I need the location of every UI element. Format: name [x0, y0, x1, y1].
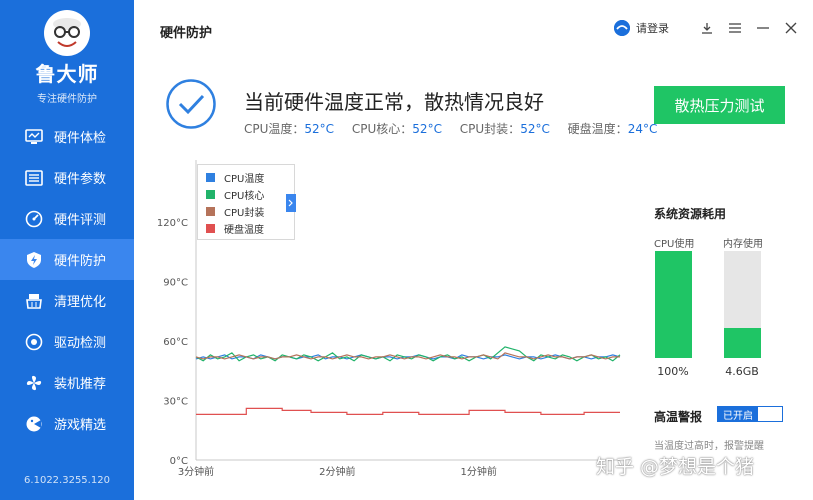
game-icon: [24, 414, 44, 434]
legend-item[interactable]: CPU核心: [206, 186, 294, 203]
legend-label: CPU温度: [224, 174, 265, 185]
x-tick-label: 3分钟前: [178, 465, 214, 478]
high-temp-alarm-description: 当温度过高时，报警提醒: [654, 441, 764, 452]
reading-label: 硬盘温度：: [567, 122, 628, 136]
cpu-usage-label: CPU使用: [654, 239, 695, 250]
window-actions: 请登录: [614, 20, 799, 36]
temperature-readings: CPU温度：52°C CPU核心：52°C CPU封装：52°C 硬盘温度：24…: [244, 120, 671, 137]
y-tick-label: 60°C: [163, 337, 188, 348]
sidebar-item-label: 硬件防护: [54, 254, 107, 269]
minimize-icon[interactable]: [755, 20, 771, 36]
sidebar-item-hardware-benchmark[interactable]: 硬件评测: [0, 198, 134, 239]
sidebar-nav: 硬件体检 硬件参数 硬件评测 硬件防护 清理优化 驱动检测 装机推荐 游戏精选: [0, 116, 134, 444]
stress-test-button[interactable]: 散热压力测试: [654, 86, 785, 124]
sidebar-item-build-recommend[interactable]: 装机推荐: [0, 362, 134, 403]
high-temp-alarm-toggle[interactable]: 已开启: [717, 406, 783, 422]
legend-swatch: [206, 224, 215, 233]
memory-usage-bar: [724, 251, 761, 358]
series-line-4: [196, 407, 620, 415]
chevron-right-icon: [288, 199, 293, 207]
legend-swatch: [206, 173, 215, 182]
status-ok-icon: [165, 78, 217, 130]
page-title: 硬件防护: [160, 26, 213, 41]
legend-label: 硬盘温度: [224, 225, 264, 236]
legend-swatch: [206, 207, 215, 216]
y-tick-label: 30°C: [163, 397, 188, 408]
user-icon: [614, 20, 630, 36]
sidebar-item-label: 装机推荐: [54, 377, 107, 392]
reading-value: 24°C: [627, 122, 658, 136]
mascot-icon: [44, 10, 90, 56]
login-label: 请登录: [636, 22, 669, 35]
memory-usage-label: 内存使用: [723, 239, 763, 250]
menu-icon[interactable]: [727, 20, 743, 36]
resources-title: 系统资源耗用: [654, 207, 727, 221]
chart-legend: CPU温度 CPU核心 CPU封装 硬盘温度: [197, 164, 295, 240]
sidebar-item-label: 游戏精选: [54, 418, 107, 433]
memory-usage-value: 4.6GB: [725, 365, 759, 378]
broom-icon: [24, 291, 44, 311]
monitor-icon: [24, 127, 44, 147]
cpu-usage-bar: [655, 251, 692, 358]
legend-item[interactable]: 硬盘温度: [206, 220, 294, 237]
y-tick-label: 90°C: [163, 278, 188, 289]
sidebar-item-label: 硬件参数: [54, 172, 107, 187]
gauge-icon: [24, 209, 44, 229]
sidebar-item-games[interactable]: 游戏精选: [0, 403, 134, 444]
legend-swatch: [206, 190, 215, 199]
x-tick-label: 1分钟前: [460, 465, 496, 478]
download-icon[interactable]: [699, 20, 715, 36]
legend-item[interactable]: CPU温度: [206, 169, 294, 186]
sidebar-item-label: 清理优化: [54, 295, 107, 310]
legend-collapse-button[interactable]: [286, 194, 296, 212]
status-headline: 当前硬件温度正常，散热情况良好: [244, 90, 544, 114]
sidebar-item-label: 硬件体检: [54, 131, 107, 146]
close-icon[interactable]: [783, 20, 799, 36]
cpu-usage-fill: [655, 251, 692, 358]
reading-label: CPU温度：: [244, 122, 305, 136]
shield-bolt-icon: [24, 250, 44, 270]
memory-usage-fill: [724, 328, 761, 358]
app-logo: 鲁大师 专注硬件防护: [0, 10, 134, 105]
reading-value: 52°C: [520, 122, 550, 136]
sidebar-item-hardware-check[interactable]: 硬件体检: [0, 116, 134, 157]
app-version: 6.1022.3255.120: [24, 475, 110, 486]
reading-label: CPU核心：: [351, 122, 413, 136]
app-subtitle: 专注硬件防护: [37, 94, 97, 105]
sidebar-item-hardware-protection[interactable]: 硬件防护: [0, 239, 134, 280]
reading-label: CPU封装：: [459, 122, 521, 136]
series-line-2: [195, 346, 621, 362]
app-name: 鲁大师: [35, 62, 99, 86]
reading-value: 52°C: [412, 122, 442, 136]
x-tick-label: 2分钟前: [319, 465, 355, 478]
sidebar-item-hardware-params[interactable]: 硬件参数: [0, 157, 134, 198]
cpu-usage-value: 100%: [657, 365, 689, 378]
y-tick-label: 120°C: [157, 218, 188, 229]
sidebar: 鲁大师 专注硬件防护 硬件体检 硬件参数 硬件评测 硬件防护 清理优化 驱动检测…: [0, 0, 134, 500]
login-button[interactable]: 请登录: [614, 20, 669, 36]
reading-value: 52°C: [304, 122, 335, 136]
sidebar-item-label: 硬件评测: [54, 213, 107, 228]
high-temp-alarm-title: 高温警报: [654, 410, 703, 424]
legend-label: CPU封装: [224, 208, 265, 219]
sidebar-item-cleanup[interactable]: 清理优化: [0, 280, 134, 321]
sidebar-item-driver-check[interactable]: 驱动检测: [0, 321, 134, 362]
driver-icon: [24, 332, 44, 352]
legend-label: CPU核心: [224, 191, 265, 202]
toggle-on-label: 已开启: [718, 407, 758, 422]
title-bar: 硬件防护 请登录: [134, 0, 813, 60]
y-tick-label: 0°C: [170, 456, 188, 467]
sidebar-item-label: 驱动检测: [54, 336, 107, 351]
list-icon: [24, 168, 44, 188]
watermark: 知乎 @梦想是个猪: [596, 456, 755, 478]
legend-item[interactable]: CPU封装: [206, 203, 294, 220]
fan-icon: [24, 373, 44, 393]
